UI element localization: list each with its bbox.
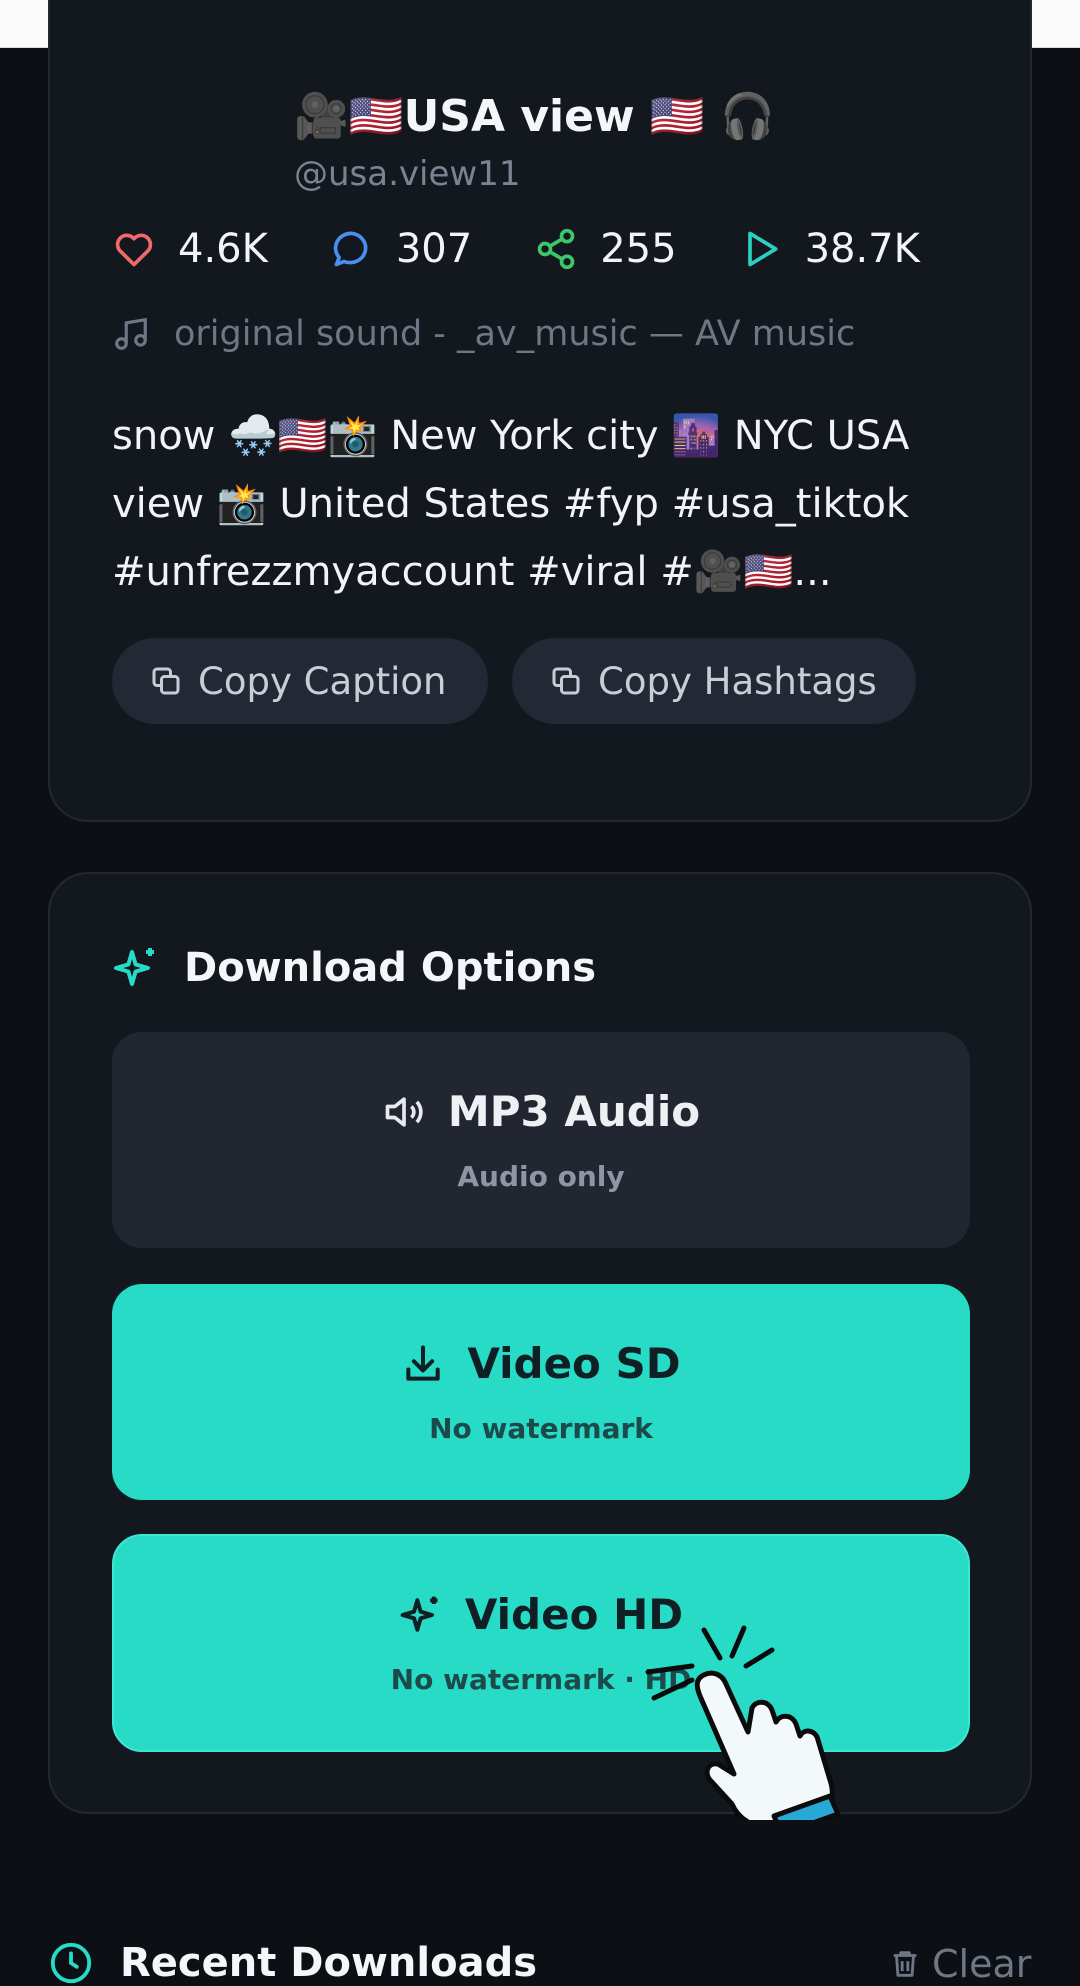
copy-icon	[552, 667, 580, 695]
author-handle[interactable]: @usa.view11	[294, 154, 775, 194]
video-stats: 4.6K 307 255 38.7K	[112, 224, 982, 274]
copy-caption-label: Copy Caption	[198, 659, 447, 703]
video-sd-subtitle: No watermark	[429, 1412, 653, 1445]
music-note-icon	[115, 317, 147, 350]
likes-count: 4.6K	[178, 226, 268, 272]
mp3-audio-heading: MP3 Audio	[382, 1087, 700, 1136]
download-options-title: Download Options	[184, 945, 597, 991]
likes-stat: 4.6K	[112, 226, 268, 272]
recent-downloads-title: Recent Downloads	[120, 1940, 538, 1986]
play-icon	[747, 231, 778, 267]
sparkle-icon	[400, 1596, 438, 1632]
pointing-hand-icon	[645, 1625, 841, 1820]
clear-button[interactable]: Clear	[888, 1942, 1031, 1986]
video-sd-title: Video SD	[467, 1339, 681, 1388]
mp3-audio-subtitle: Audio only	[457, 1160, 625, 1193]
trash-icon	[893, 1951, 917, 1977]
share-icon	[537, 228, 575, 270]
download-options-header: Download Options	[112, 944, 596, 992]
author-block: 🎥🇺🇸USA view 🇺🇸 🎧 @usa.view11	[294, 90, 775, 194]
download-options-card: Download Options MP3 Audio Audio only Vi…	[48, 872, 1032, 1814]
clock-icon	[50, 1942, 92, 1984]
video-info-card: 🎥🇺🇸USA view 🇺🇸 🎧 @usa.view11 4.6K 307 25…	[48, 0, 1032, 822]
sparkle-icon	[114, 948, 154, 986]
author-name[interactable]: 🎥🇺🇸USA view 🇺🇸 🎧	[294, 90, 775, 142]
speaker-icon	[385, 1096, 423, 1127]
comment-icon	[333, 231, 368, 267]
clear-label: Clear	[932, 1942, 1032, 1986]
comments-count: 307	[395, 226, 473, 272]
recent-downloads-header: Recent Downloads	[48, 1940, 537, 1986]
mp3-audio-option[interactable]: MP3 Audio Audio only	[112, 1032, 970, 1248]
sound-name: original sound - _av_music — AV music	[174, 314, 856, 354]
copy-icon	[152, 667, 180, 695]
copy-caption-button[interactable]: Copy Caption	[112, 638, 488, 724]
sound-info: original sound - _av_music — AV music	[112, 314, 855, 354]
copy-hashtags-label: Copy Hashtags	[598, 659, 877, 703]
video-sd-heading: Video SD	[401, 1339, 681, 1388]
views-stat: 38.7K	[739, 226, 920, 272]
mp3-audio-title: MP3 Audio	[447, 1087, 701, 1136]
copy-hashtags-button[interactable]: Copy Hashtags	[512, 638, 916, 724]
shares-stat: 255	[534, 226, 677, 272]
views-count: 38.7K	[804, 226, 920, 272]
comments-stat: 307	[330, 226, 472, 272]
heart-icon	[115, 233, 153, 267]
shares-count: 255	[600, 226, 677, 272]
video-sd-option[interactable]: Video SD No watermark	[112, 1284, 970, 1500]
download-icon	[406, 1344, 441, 1381]
video-caption: snow 🌨️🇺🇸📸 New York city 🌆 NYC USA view …	[112, 413, 910, 595]
